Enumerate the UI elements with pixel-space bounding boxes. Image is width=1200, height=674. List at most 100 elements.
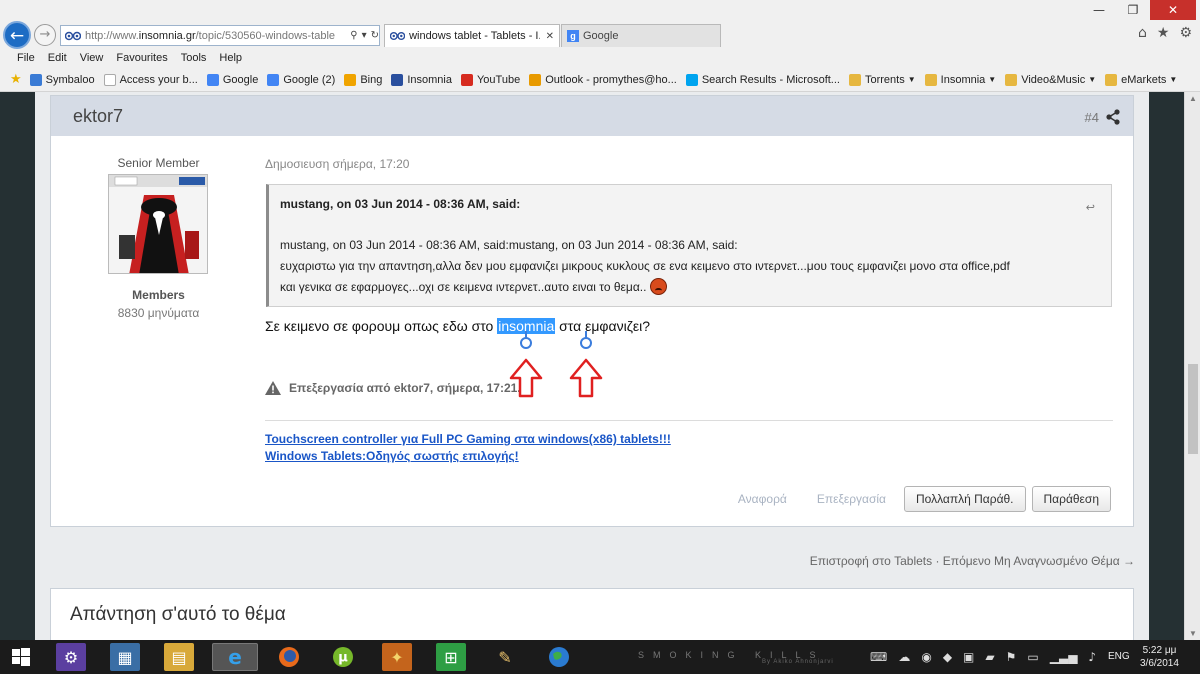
internet-explorer-icon[interactable]: e — [212, 643, 258, 671]
selection-start-handle[interactable] — [520, 331, 532, 349]
address-dropdown-icon[interactable]: ▾ — [362, 30, 367, 41]
warning-icon — [265, 381, 281, 395]
favourite-item[interactable]: Google — [206, 73, 258, 86]
favourite-item[interactable]: Insomnia — [391, 73, 452, 86]
url-text[interactable]: http://www.insomnia.gr/topic/530560-wind… — [85, 30, 346, 42]
windows-store-icon[interactable]: ⊞ — [436, 643, 466, 671]
windows-start-icon[interactable] — [6, 643, 36, 671]
favourite-label: Torrents — [864, 73, 905, 86]
menu-file[interactable]: File — [17, 52, 35, 64]
selection-end-handle[interactable] — [580, 331, 592, 349]
tray-app-icon[interactable]: ◆ — [943, 650, 952, 664]
share-icon[interactable] — [1105, 109, 1121, 125]
edit-link[interactable]: Επεξεργασία — [817, 492, 886, 506]
cloud-icon[interactable]: ☁ — [898, 650, 910, 664]
insomnia-favicon-icon — [390, 32, 406, 40]
favourite-item[interactable]: Symbaloo — [29, 73, 95, 86]
tray-app-icon[interactable]: ▰ — [985, 650, 994, 664]
topic-navigation[interactable]: Επιστροφή στο Tablets · Επόμενο Μη Αναγν… — [35, 554, 1135, 568]
settings-app-icon[interactable]: ⚙ — [56, 643, 86, 671]
angry-emoticon-icon — [650, 278, 668, 295]
tab-insomnia[interactable]: windows tablet - Tablets - I... ✕ — [384, 24, 560, 47]
member-group: Members — [132, 288, 185, 302]
favourite-item[interactable]: YouTube — [460, 73, 520, 86]
language-indicator[interactable]: ENG — [1108, 651, 1130, 662]
user-avatar[interactable] — [108, 174, 208, 274]
favourite-item[interactable]: eMarkets ▼ — [1105, 73, 1177, 86]
clock-time: 5:22 μμ — [1142, 645, 1177, 656]
address-bar[interactable]: http://www.insomnia.gr/topic/530560-wind… — [60, 25, 380, 46]
favorites-star-icon[interactable]: ★ — [1157, 25, 1170, 41]
volume-icon[interactable]: ♪ — [1088, 650, 1096, 664]
favourite-item[interactable]: Video&Music ▼ — [1005, 73, 1096, 86]
menu-tools[interactable]: Tools — [181, 52, 207, 64]
system-clock[interactable]: 5:22 μμ 3/6/2014 — [1140, 644, 1179, 670]
app-tile-icon[interactable]: ✦ — [382, 643, 412, 671]
post-body-text[interactable]: Σε κειμενο σε φορουμ οπως εδω στο insomn… — [265, 318, 650, 334]
multiquote-button[interactable]: Πολλαπλή Παράθ. — [903, 486, 1026, 512]
favourite-item[interactable]: Google (2) — [267, 73, 336, 86]
post-text-before: Σε κειμενο σε φορουμ οπως εδω στο — [265, 318, 498, 334]
post-date: Δημοσιευση σήμερα, 17:20 — [265, 157, 410, 171]
post-number[interactable]: #4 — [1085, 110, 1099, 125]
folder-icon — [924, 73, 937, 86]
menu-favourites[interactable]: Favourites — [116, 52, 167, 64]
navigation-bar: ← → http://www.insomnia.gr/topic/530560-… — [0, 21, 1200, 49]
scroll-up-icon[interactable]: ▲ — [1189, 94, 1197, 103]
earth-app-icon[interactable] — [544, 643, 574, 671]
signature-link[interactable]: Windows Tablets:Οδηγός σωστής επιλογής! — [265, 448, 671, 465]
maximize-button[interactable]: ❐ — [1116, 0, 1150, 20]
search-icon[interactable]: ⚲ — [350, 30, 357, 41]
forward-button[interactable]: → — [34, 24, 56, 46]
settings-gear-icon[interactable]: ⚙ — [1179, 25, 1192, 41]
tray-app-icon[interactable]: ▣ — [963, 650, 974, 664]
favourite-item[interactable]: Access your b... — [103, 73, 198, 86]
browser-chrome: — ❐ ✕ ← → http://www.insomnia.gr/topic/5… — [0, 0, 1200, 92]
favourite-item[interactable]: Search Results - Microsoft... — [685, 73, 840, 86]
tray-app-icon[interactable]: ◉ — [921, 650, 931, 664]
signature-link[interactable]: Touchscreen controller για Full PC Gamin… — [265, 431, 671, 448]
favourite-item[interactable]: Bing — [344, 73, 382, 86]
back-button[interactable]: ← — [3, 21, 31, 49]
close-window-button[interactable]: ✕ — [1150, 0, 1196, 20]
post-author-name[interactable]: ektor7 — [73, 106, 123, 127]
bing-icon — [344, 73, 357, 86]
favourite-item[interactable]: Torrents ▼ — [848, 73, 916, 86]
minimize-button[interactable]: — — [1082, 0, 1116, 20]
firefox-icon[interactable] — [274, 643, 304, 671]
forum-post: ektor7 #4 Senior Member Members 8830 μην… — [50, 95, 1134, 527]
menu-edit[interactable]: Edit — [48, 52, 67, 64]
quote-view-post-icon[interactable]: ↩ — [1086, 201, 1095, 214]
file-explorer-icon[interactable]: ▤ — [164, 643, 194, 671]
paint-icon[interactable]: ✎ — [490, 643, 520, 671]
close-tab-icon[interactable]: ✕ — [540, 31, 554, 42]
scroll-down-icon[interactable]: ▼ — [1189, 629, 1197, 638]
signature-divider — [265, 420, 1113, 421]
youtube-icon — [460, 73, 473, 86]
edit-note-text: Επεξεργασία από ektor7, σήμερα, 17:21. — [289, 381, 521, 395]
refresh-icon[interactable]: ↻ — [371, 30, 379, 41]
control-panel-icon[interactable]: ▦ — [110, 643, 140, 671]
tab-google[interactable]: g Google — [561, 24, 721, 47]
browser-tools: ⌂ ★ ⚙ — [1138, 25, 1192, 41]
home-icon[interactable]: ⌂ — [1138, 25, 1147, 41]
quote-line: mustang, on 03 Jun 2014 - 08:36 AM, said… — [280, 238, 738, 252]
wallpaper-text: SMOKING KILLS By Akiko Ahnonjarvi — [638, 650, 834, 665]
title-bar: — ❐ ✕ — [0, 0, 1200, 22]
favourite-item[interactable]: Outlook - promythes@ho... — [529, 73, 677, 86]
battery-icon[interactable]: ▭ — [1027, 650, 1038, 664]
network-signal-icon[interactable]: ▁▃▅ — [1050, 650, 1078, 664]
quote-button[interactable]: Παράθεση — [1031, 486, 1111, 512]
report-link[interactable]: Αναφορά — [738, 492, 787, 506]
utorrent-icon[interactable]: µ — [328, 643, 358, 671]
favourite-label: Insomnia — [407, 73, 452, 86]
favourite-label: Google (2) — [283, 73, 336, 86]
flag-icon[interactable]: ⚑ — [1006, 650, 1017, 664]
favourite-item[interactable]: Insomnia ▼ — [924, 73, 996, 86]
add-favourite-star-icon[interactable]: ★ — [10, 72, 22, 87]
scrollbar-thumb[interactable] — [1188, 364, 1198, 454]
vertical-scrollbar[interactable]: ▲ ▼ — [1184, 92, 1200, 640]
menu-view[interactable]: View — [80, 52, 104, 64]
keyboard-icon[interactable]: ⌨ — [870, 650, 887, 664]
menu-help[interactable]: Help — [219, 52, 242, 64]
